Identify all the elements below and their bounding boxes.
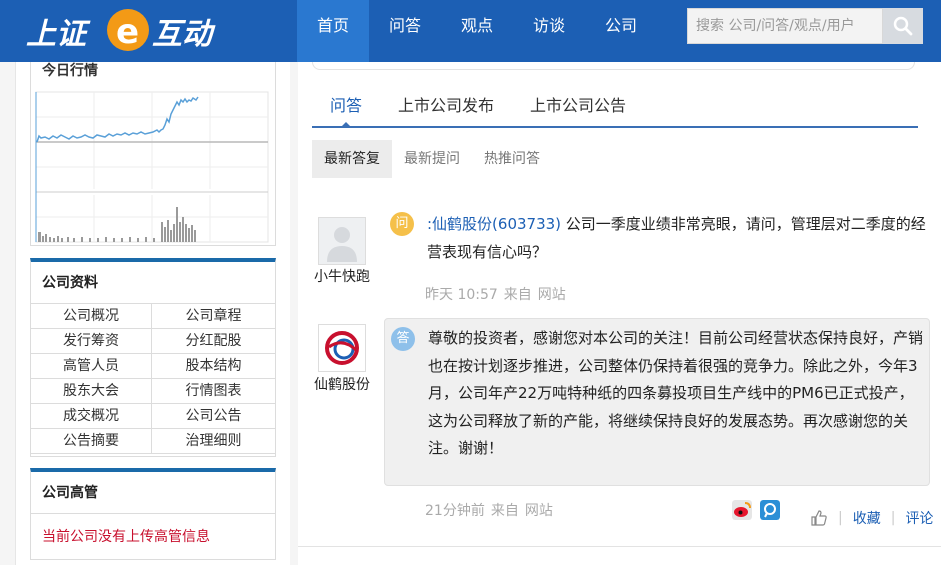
svg-text:上证: 上证 [26,17,91,52]
active-tab-indicator [340,122,352,128]
weibo-icon[interactable] [732,500,752,520]
answer-box: 答 尊敬的投资者，感谢您对本公司的关注！目前公司经营状态保持良好，产销也在按计划… [384,318,930,486]
main-nav: 首页 问答 观点 访谈 公司 [297,0,657,62]
question-text: :仙鹤股份(603733) 公司一季度业绩非常亮眼，请问，管理层对二季度的经营表… [427,210,932,266]
executives-empty-message: 当前公司没有上传高管信息 [42,529,210,545]
nav-opinions[interactable]: 观点 [441,0,513,62]
tab-qa-label: 问答 [330,96,363,115]
left-sidebar: 今日行情 公司资料 公司概况 公司章程 发行筹资 分红配股 高管人员 股本结构 … [15,62,290,565]
link-share-structure[interactable]: 股本结构 [152,354,275,379]
item-divider [298,546,941,547]
answer-badge: 答 [391,327,415,351]
company-info-title: 公司资料 [31,262,275,304]
tencent-share-icon[interactable] [760,500,780,520]
company-name[interactable]: 仙鹤股份 [307,374,377,394]
link-announcement-summary[interactable]: 公告摘要 [31,429,152,454]
top-header: 上证 e 互动 首页 问答 观点 访谈 公司 搜索 公司/问答/观点/用户 [0,0,941,62]
default-user-icon [327,227,357,262]
nav-interviews[interactable]: 访谈 [513,0,585,62]
nav-home[interactable]: 首页 [297,0,369,62]
svg-text:e: e [116,12,139,52]
nav-companies[interactable]: 公司 [585,0,657,62]
user-name[interactable]: 小牛快跑 [307,266,377,286]
svg-text:互动: 互动 [152,17,216,52]
question-source: 网站 [537,287,566,303]
link-governance-rules[interactable]: 治理细则 [152,429,275,454]
user-avatar[interactable] [318,217,366,265]
link-executives[interactable]: 高管人员 [31,354,152,379]
link-market-chart[interactable]: 行情图表 [152,379,275,404]
company-avatar[interactable] [318,324,366,372]
intraday-chart [35,91,269,243]
search-input[interactable]: 搜索 公司/问答/观点/用户 [687,8,883,44]
link-dividends[interactable]: 分红配股 [152,329,275,354]
link-company-overview[interactable]: 公司概况 [31,304,152,329]
question-badge: 问 [390,212,414,236]
tab-qa[interactable]: 问答 [312,90,380,128]
subtab-hot-questions[interactable]: 热推问答 [472,140,552,178]
link-trading-overview[interactable]: 成交概况 [31,404,152,429]
company-info-panel: 公司资料 公司概况 公司章程 发行筹资 分红配股 高管人员 股本结构 股东大会 … [30,258,276,457]
sub-tabs: 最新答复 最新提问 热推问答 [312,140,552,178]
action-separator: | [838,510,843,526]
nav-qa[interactable]: 问答 [369,0,441,62]
company-logo-icon [325,331,359,365]
content-tabs: 问答 上市公司发布 上市公司公告 [312,90,918,128]
question-meta: 昨天 10:57 来自 网站 [425,284,572,304]
subtab-latest-replies[interactable]: 最新答复 [312,140,392,178]
link-articles-of-association[interactable]: 公司章程 [152,304,275,329]
answer-actions: | 收藏 | 评论 [810,508,933,528]
link-company-announcements[interactable]: 公司公告 [152,404,275,429]
executives-panel: 公司高管 当前公司没有上传高管信息 [30,468,276,560]
company-info-grid: 公司概况 公司章程 发行筹资 分红配股 高管人员 股本结构 股东大会 行情图表 … [31,304,275,454]
link-shareholder-meetings[interactable]: 股东大会 [31,379,152,404]
answer-source-prefix: 来自 [490,503,519,519]
search-icon [893,16,913,36]
comment-link[interactable]: 评论 [905,508,933,528]
answer-time: 21分钟前 [425,503,485,519]
share-icons [732,500,780,520]
action-separator: | [890,510,896,526]
link-issuance-financing[interactable]: 发行筹资 [31,329,152,354]
executives-title: 公司高管 [31,472,275,514]
thumbs-up-icon[interactable] [810,509,828,527]
question-company-link[interactable]: :仙鹤股份(603733) [427,215,561,233]
question-time: 昨天 10:57 [425,287,498,303]
tab-company-releases[interactable]: 上市公司发布 [380,90,512,126]
answer-source: 网站 [524,503,553,519]
answer-meta: 21分钟前 来自 网站 [425,500,559,520]
main-content: 问答 上市公司发布 上市公司公告 最新答复 最新提问 热推问答 小牛快跑 问 :… [298,62,941,565]
search-button[interactable] [883,8,923,44]
site-logo[interactable]: 上证 e 互动 [26,8,231,54]
answer-text: 尊敬的投资者，感谢您对本公司的关注！目前公司经营状态保持良好，产销也在按计划逐步… [428,329,924,457]
favorite-link[interactable]: 收藏 [853,508,881,528]
market-panel: 今日行情 [30,62,276,246]
top-card-edge [312,62,915,70]
question-source-prefix: 来自 [503,287,532,303]
tab-company-announcements[interactable]: 上市公司公告 [512,90,644,126]
subtab-latest-questions[interactable]: 最新提问 [392,140,472,178]
